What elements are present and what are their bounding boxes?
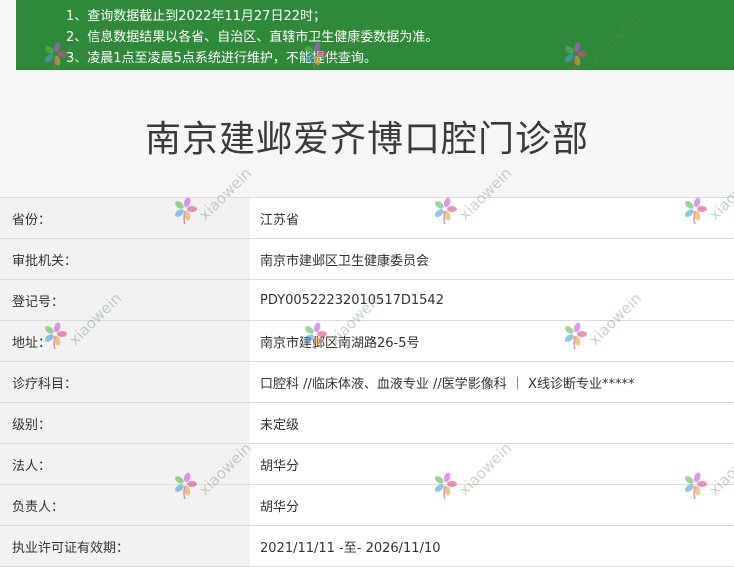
row-value: PDY00522232010517D1542 [250,280,734,320]
table-row-registration-number: 登记号： PDY00522232010517D1542 [0,280,734,321]
row-label: 法人： [0,444,250,484]
row-label: 审批机关： [0,239,250,279]
row-value: 未定级 [250,403,734,443]
row-label: 级别： [0,403,250,443]
notice-line-2: 2、信息数据结果以各省、自治区、直辖市卫生健康委数据为准。 [66,30,439,45]
row-label: 执业许可证有效期： [0,526,250,566]
row-value: 江苏省 [250,198,734,238]
table-row-level: 级别： 未定级 [0,403,734,444]
table-row-address: 地址： 南京市建邺区南湖路26-5号 [0,321,734,362]
row-value: 南京市建邺区南湖路26-5号 [250,321,734,361]
page-title: 南京建邺爱齐博口腔门诊部 [144,119,589,160]
row-value: 南京市建邺区卫生健康委员会 [250,239,734,279]
table-row-approval-authority: 审批机关： 南京市建邺区卫生健康委员会 [0,239,734,280]
table-row-person-in-charge: 负责人： 胡华分 [0,485,734,526]
row-label: 登记号： [0,280,250,320]
row-value: 胡华分 [250,485,734,525]
row-value: 胡华分 [250,444,734,484]
table-row-province: 省份： 江苏省 [0,198,734,239]
table-row-legal-person: 法人： 胡华分 [0,444,734,485]
table-row-departments: 诊疗科目： 口腔科 //临床体液、血液专业 //医学影像科 ｜ X线诊断专业**… [0,362,734,403]
row-label: 省份： [0,198,250,238]
row-label: 诊疗科目： [0,362,250,402]
row-label: 地址： [0,321,250,361]
notice-line-1: 1、查询数据截止到2022年11月27日22时； [66,9,326,24]
notice-line-3: 3、凌晨1点至凌晨5点系统进行维护，不能提供查询。 [66,51,377,66]
row-label: 负责人： [0,485,250,525]
row-value: 2021/11/11 -至- 2026/11/10 [250,526,734,566]
notice-banner: 1、查询数据截止到2022年11月27日22时； 2、信息数据结果以各省、自治区… [16,0,734,70]
row-value: 口腔科 //临床体液、血液专业 //医学影像科 ｜ X线诊断专业***** [250,362,734,402]
info-table: 省份： 江苏省 审批机关： 南京市建邺区卫生健康委员会 登记号： PDY0052… [0,197,734,567]
